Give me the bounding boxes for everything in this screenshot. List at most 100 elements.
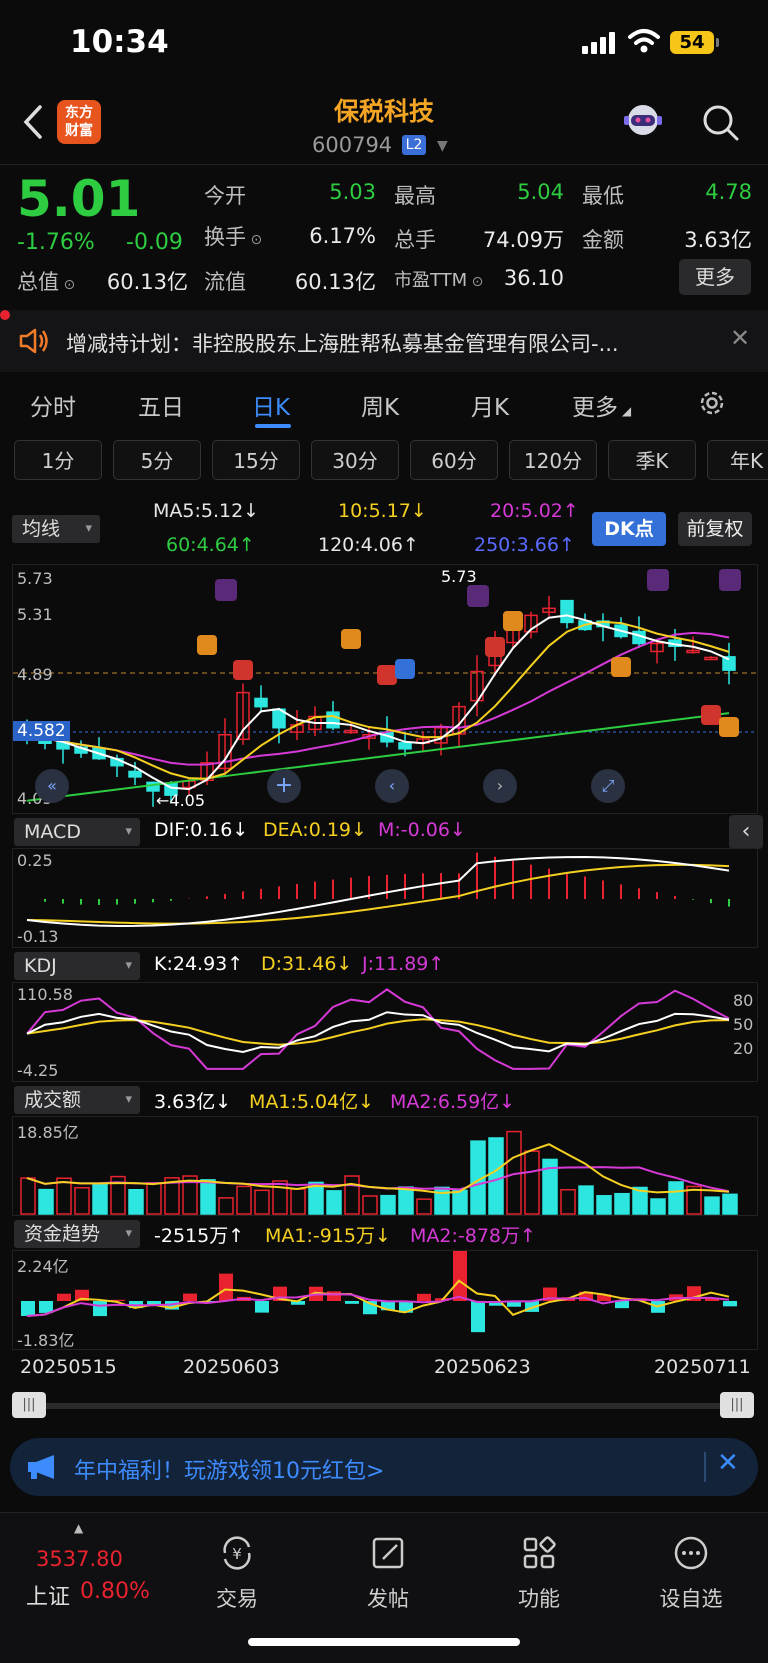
ma20-value: 20:5.02↑ bbox=[490, 500, 579, 522]
fund-bar bbox=[417, 1293, 431, 1301]
amount-bar bbox=[380, 1194, 396, 1215]
kdj-ref-50: 50 bbox=[733, 1015, 754, 1034]
period-year[interactable]: 年K bbox=[707, 440, 768, 480]
amount-y-top: 18.85亿 bbox=[17, 1123, 79, 1142]
macd-chart bbox=[26, 852, 730, 927]
market-cap-value: 60.13亿 bbox=[106, 270, 188, 294]
candle-body bbox=[38, 740, 52, 744]
promo-banner[interactable]: 年中福利！玩游戏领10元红包> ✕ bbox=[10, 1438, 758, 1496]
kdj-ref-20: 20 bbox=[733, 1039, 754, 1058]
amount-bar bbox=[722, 1193, 738, 1215]
ma250-value: 250:3.66↑ bbox=[474, 534, 575, 556]
market-cap-label[interactable]: 总值 ⊙ bbox=[17, 266, 75, 296]
close-icon[interactable]: ✕ bbox=[730, 324, 750, 352]
indicator-select-ma[interactable]: 均线 bbox=[12, 515, 100, 543]
nav-post-label: 发帖 bbox=[367, 1587, 409, 1611]
collapse-panel-button[interactable]: ‹ bbox=[729, 815, 763, 849]
amount-bar bbox=[704, 1196, 720, 1215]
kdj-panel[interactable]: 110.58 -4.25 80 50 20 bbox=[12, 982, 758, 1082]
more-dots-icon bbox=[674, 1536, 708, 1570]
gear-icon[interactable] bbox=[697, 388, 727, 418]
tab-five-day[interactable]: 五日 bbox=[138, 388, 184, 422]
period-30min[interactable]: 30分 bbox=[311, 440, 399, 480]
amount-bar bbox=[344, 1175, 360, 1215]
current-price: 5.01 bbox=[17, 170, 141, 228]
nav-trade-label: 交易 bbox=[216, 1587, 258, 1611]
kline-y-top: 5.73 bbox=[17, 569, 53, 588]
search-icon[interactable] bbox=[700, 102, 740, 142]
date-label-2: 20250603 bbox=[183, 1356, 280, 1378]
pe-ttm-label[interactable]: 市盈TTM ⊙ bbox=[394, 266, 483, 292]
more-button[interactable]: 更多 bbox=[679, 259, 751, 295]
tab-weekly-k[interactable]: 周K bbox=[361, 388, 399, 422]
tab-intraday[interactable]: 分时 bbox=[30, 388, 76, 422]
indicator-select-amount[interactable]: 成交额 bbox=[14, 1086, 140, 1114]
fund-panel[interactable]: 2.24亿 -1.83亿 bbox=[12, 1250, 758, 1350]
amount-bar bbox=[488, 1137, 504, 1215]
float-cap-value: 60.13亿 bbox=[294, 270, 376, 294]
amount-bar bbox=[452, 1189, 468, 1215]
amount-panel[interactable]: 18.85亿 bbox=[12, 1116, 758, 1216]
fund-bar bbox=[183, 1293, 197, 1301]
nav-post[interactable]: 发帖 bbox=[333, 1513, 443, 1613]
amount-bar bbox=[362, 1195, 378, 1215]
expand-icon[interactable]: ⤢ bbox=[591, 769, 625, 803]
tab-daily-k[interactable]: 日K bbox=[252, 388, 290, 422]
kdj-ref-80: 80 bbox=[733, 991, 754, 1010]
forward-adjust-button[interactable]: 前复权 bbox=[678, 512, 752, 546]
high-label: 最高 bbox=[394, 184, 436, 208]
self-select-marker bbox=[467, 585, 489, 607]
signal-marker bbox=[233, 660, 253, 680]
index-value[interactable]: 3537.80 bbox=[36, 1547, 123, 1571]
indicator-select-macd[interactable]: MACD bbox=[14, 818, 140, 846]
macd-panel[interactable]: 0.25 -0.13 bbox=[12, 848, 758, 948]
amount-bar bbox=[38, 1188, 54, 1215]
fund-bar bbox=[471, 1301, 485, 1333]
zoom-in-icon[interactable]: + bbox=[267, 769, 301, 803]
period-5min[interactable]: 5分 bbox=[113, 440, 201, 480]
robot-assistant-icon[interactable] bbox=[622, 100, 664, 140]
divider bbox=[704, 1452, 706, 1482]
chevron-down-icon[interactable]: ▼ bbox=[437, 138, 448, 154]
range-handle-right[interactable]: ||| bbox=[720, 1392, 754, 1418]
nav-trade[interactable]: ¥ 交易 bbox=[182, 1513, 292, 1613]
chevron-up-icon[interactable]: ▲ bbox=[74, 1521, 83, 1535]
amount-bar bbox=[236, 1185, 252, 1215]
fund-bar bbox=[327, 1291, 341, 1301]
announcement-bar[interactable]: 增减持计划：非控股股东上海胜帮私募基金管理有限公司-... ✕ bbox=[0, 310, 768, 372]
period-120min[interactable]: 120分 bbox=[509, 440, 597, 480]
promo-text: 年中福利！玩游戏领10元红包> bbox=[74, 1459, 385, 1484]
stock-code[interactable]: 600794 bbox=[312, 133, 392, 157]
fund-value: -2515万↑ bbox=[154, 1225, 245, 1247]
amount-bar bbox=[56, 1177, 72, 1215]
float-cap-label: 流值 bbox=[204, 270, 246, 294]
nav-functions[interactable]: 功能 bbox=[484, 1513, 594, 1613]
nav-add-watchlist[interactable]: 设自选 bbox=[636, 1513, 746, 1613]
amount-chart bbox=[20, 1130, 738, 1215]
tab-monthly-k[interactable]: 月K bbox=[471, 388, 509, 422]
kline-panel[interactable]: 5.73 5.31 4.89 4.582 4.05 5.73 ←4.05 « +… bbox=[12, 564, 758, 814]
fund-y-top: 2.24亿 bbox=[17, 1257, 69, 1276]
close-icon[interactable]: ✕ bbox=[717, 1448, 739, 1478]
chevron-left-icon[interactable]: ‹ bbox=[375, 769, 409, 803]
range-handle-left[interactable]: ||| bbox=[12, 1392, 46, 1418]
dk-point-button[interactable]: DK点 bbox=[592, 512, 666, 546]
ma10-value: 10:5.17↓ bbox=[338, 500, 427, 522]
turnover-label[interactable]: 换手 ⊙ bbox=[204, 221, 262, 251]
period-1min[interactable]: 1分 bbox=[14, 440, 102, 480]
period-15min[interactable]: 15分 bbox=[212, 440, 300, 480]
period-60min[interactable]: 60分 bbox=[410, 440, 498, 480]
candle-body bbox=[560, 599, 574, 624]
indicator-select-fund[interactable]: 资金趋势 bbox=[14, 1220, 140, 1248]
amount-bar bbox=[128, 1189, 144, 1215]
signal-marker bbox=[719, 717, 739, 737]
tab-more[interactable]: 更多 ◢ bbox=[572, 388, 631, 422]
chevron-double-left-icon[interactable]: « bbox=[35, 769, 69, 803]
amount-bar bbox=[434, 1186, 450, 1215]
fund-bar bbox=[21, 1301, 35, 1316]
chevron-right-icon[interactable]: › bbox=[483, 769, 517, 803]
indicator-select-kdj[interactable]: KDJ bbox=[14, 952, 140, 980]
period-quarter[interactable]: 季K bbox=[608, 440, 696, 480]
level2-badge: L2 bbox=[402, 135, 426, 155]
status-bar: 10:34 54 bbox=[0, 0, 768, 90]
